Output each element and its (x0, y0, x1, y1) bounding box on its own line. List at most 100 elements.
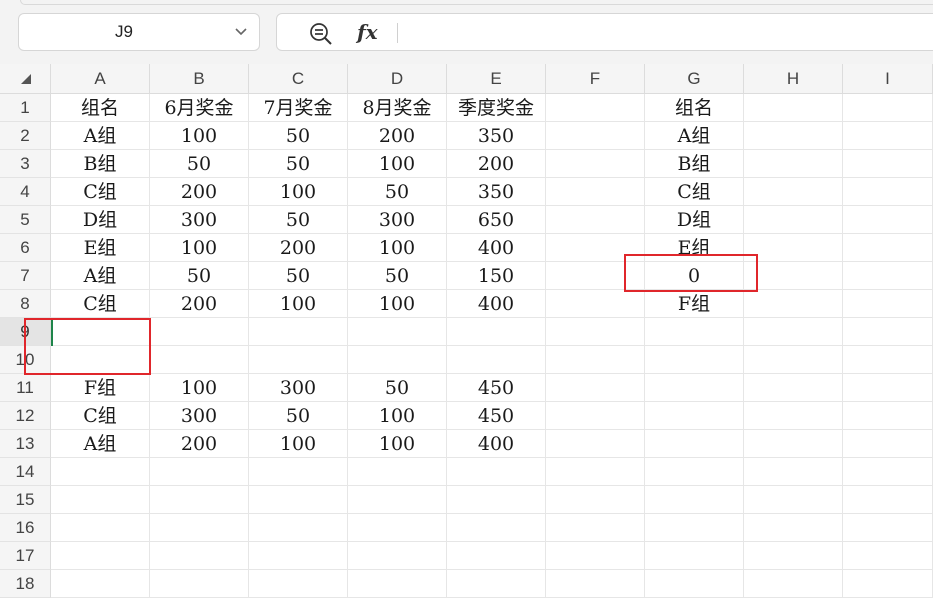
cell-e16[interactable] (447, 514, 546, 542)
cell-h9[interactable] (744, 318, 843, 346)
cell-g15[interactable] (645, 486, 744, 514)
cell-f15[interactable] (546, 486, 645, 514)
row-header-7[interactable]: 7 (0, 262, 51, 290)
cell-h2[interactable] (744, 122, 843, 150)
cell-d13[interactable]: 100 (348, 430, 447, 458)
cell-h18[interactable] (744, 570, 843, 598)
cell-a13[interactable]: A组 (51, 430, 150, 458)
cell-a18[interactable] (51, 570, 150, 598)
cell-i18[interactable] (843, 570, 933, 598)
cell-d3[interactable]: 100 (348, 150, 447, 178)
cell-f9[interactable] (546, 318, 645, 346)
row-header-5[interactable]: 5 (0, 206, 51, 234)
cell-g5[interactable]: D组 (645, 206, 744, 234)
cell-g18[interactable] (645, 570, 744, 598)
cell-h1[interactable] (744, 94, 843, 122)
cell-f2[interactable] (546, 122, 645, 150)
cell-a11[interactable]: F组 (51, 374, 150, 402)
cell-i1[interactable] (843, 94, 933, 122)
cell-f11[interactable] (546, 374, 645, 402)
cell-e1[interactable]: 季度奖金 (447, 94, 546, 122)
cell-e14[interactable] (447, 458, 546, 486)
cell-e13[interactable]: 400 (447, 430, 546, 458)
cell-e18[interactable] (447, 570, 546, 598)
cell-g17[interactable] (645, 542, 744, 570)
cell-f8[interactable] (546, 290, 645, 318)
cell-h8[interactable] (744, 290, 843, 318)
cell-i6[interactable] (843, 234, 933, 262)
cell-f10[interactable] (546, 346, 645, 374)
column-header-a[interactable]: A (51, 64, 150, 94)
cell-e15[interactable] (447, 486, 546, 514)
row-header-1[interactable]: 1 (0, 94, 51, 122)
row-header-15[interactable]: 15 (0, 486, 51, 514)
cell-d6[interactable]: 100 (348, 234, 447, 262)
cell-i16[interactable] (843, 514, 933, 542)
cell-i3[interactable] (843, 150, 933, 178)
cell-c4[interactable]: 100 (249, 178, 348, 206)
cell-c13[interactable]: 100 (249, 430, 348, 458)
cell-c6[interactable]: 200 (249, 234, 348, 262)
cell-f14[interactable] (546, 458, 645, 486)
cell-e2[interactable]: 350 (447, 122, 546, 150)
cell-d5[interactable]: 300 (348, 206, 447, 234)
cell-c14[interactable] (249, 458, 348, 486)
cell-c11[interactable]: 300 (249, 374, 348, 402)
cell-e17[interactable] (447, 542, 546, 570)
cell-a4[interactable]: C组 (51, 178, 150, 206)
cell-i5[interactable] (843, 206, 933, 234)
cell-e11[interactable]: 450 (447, 374, 546, 402)
row-header-2[interactable]: 2 (0, 122, 51, 150)
cell-b1[interactable]: 6月奖金 (150, 94, 249, 122)
cell-a2[interactable]: A组 (51, 122, 150, 150)
column-header-d[interactable]: D (348, 64, 447, 94)
cell-a1[interactable]: 组名 (51, 94, 150, 122)
cell-h3[interactable] (744, 150, 843, 178)
cell-b11[interactable]: 100 (150, 374, 249, 402)
cell-a16[interactable] (51, 514, 150, 542)
cell-g2[interactable]: A组 (645, 122, 744, 150)
row-header-4[interactable]: 4 (0, 178, 51, 206)
cell-b3[interactable]: 50 (150, 150, 249, 178)
cell-e5[interactable]: 650 (447, 206, 546, 234)
cell-c7[interactable]: 50 (249, 262, 348, 290)
name-box[interactable]: J9 (18, 13, 260, 51)
cell-h5[interactable] (744, 206, 843, 234)
cell-c2[interactable]: 50 (249, 122, 348, 150)
row-header-13[interactable]: 13 (0, 430, 51, 458)
spreadsheet-grid[interactable]: A B C D E F G H I 1 组名 6月奖金 7月奖金 8月奖金 季度奖金 组名 2 A组 100 50 20… (0, 64, 933, 599)
cell-b10[interactable] (150, 346, 249, 374)
cell-e4[interactable]: 350 (447, 178, 546, 206)
cell-c1[interactable]: 7月奖金 (249, 94, 348, 122)
row-header-12[interactable]: 12 (0, 402, 51, 430)
cell-d10[interactable] (348, 346, 447, 374)
cell-a14[interactable] (51, 458, 150, 486)
zoom-out-icon[interactable] (309, 22, 333, 46)
cell-i9[interactable] (843, 318, 933, 346)
cell-b6[interactable]: 100 (150, 234, 249, 262)
row-header-16[interactable]: 16 (0, 514, 51, 542)
cell-h11[interactable] (744, 374, 843, 402)
cell-i13[interactable] (843, 430, 933, 458)
cell-b17[interactable] (150, 542, 249, 570)
cell-d14[interactable] (348, 458, 447, 486)
cell-f17[interactable] (546, 542, 645, 570)
chevron-down-icon[interactable] (233, 23, 249, 39)
fx-icon[interactable]: fx (357, 19, 378, 45)
cell-b8[interactable]: 200 (150, 290, 249, 318)
column-header-g[interactable]: G (645, 64, 744, 94)
cell-i10[interactable] (843, 346, 933, 374)
cell-g11[interactable] (645, 374, 744, 402)
cell-d1[interactable]: 8月奖金 (348, 94, 447, 122)
cell-f3[interactable] (546, 150, 645, 178)
cell-b2[interactable]: 100 (150, 122, 249, 150)
cell-b18[interactable] (150, 570, 249, 598)
row-header-8[interactable]: 8 (0, 290, 51, 318)
cell-g14[interactable] (645, 458, 744, 486)
cell-b9[interactable] (150, 318, 249, 346)
cell-i17[interactable] (843, 542, 933, 570)
cell-i12[interactable] (843, 402, 933, 430)
cell-e3[interactable]: 200 (447, 150, 546, 178)
row-header-14[interactable]: 14 (0, 458, 51, 486)
cell-h6[interactable] (744, 234, 843, 262)
